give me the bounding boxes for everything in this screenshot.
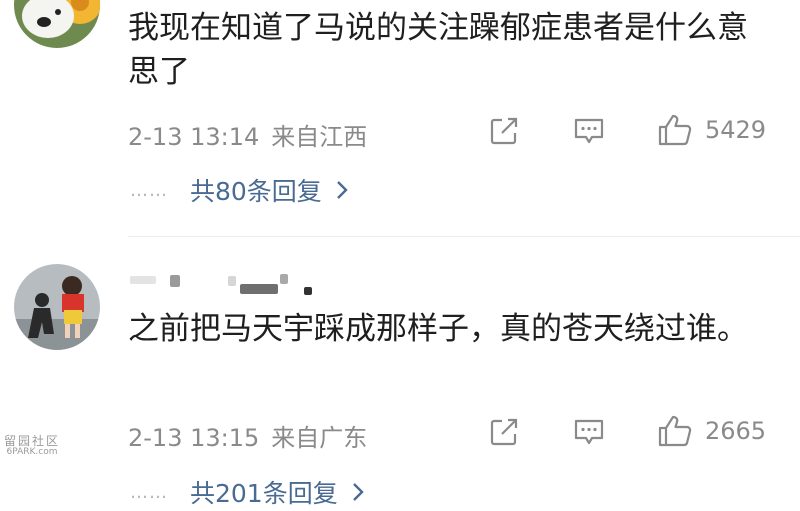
view-replies[interactable]: …… 共201条回复	[130, 474, 364, 510]
comment-icon	[574, 419, 604, 445]
reply-dots: ……	[130, 179, 168, 201]
blurred-username	[130, 276, 156, 284]
share-icon	[490, 117, 518, 145]
like-icon	[658, 415, 692, 447]
blurred-username	[280, 274, 288, 284]
blurred-username	[170, 275, 180, 287]
comment-text: 我现在知道了马说的关注躁郁症患者是什么意思了	[128, 10, 748, 90]
like-button[interactable]: 5429	[657, 113, 766, 147]
avatar[interactable]	[14, 264, 100, 350]
comment-location: 来自江西	[271, 123, 368, 151]
chevron-right-icon	[336, 181, 348, 199]
replies-link[interactable]: 共80条回复	[190, 172, 322, 208]
blurred-username	[240, 284, 278, 294]
site-watermark: 留园社区 6PARK.com	[4, 434, 61, 458]
comment-button[interactable]	[573, 116, 605, 146]
comment-date: 2-13 13:14	[128, 123, 260, 151]
replies-link[interactable]: 共201条回复	[190, 474, 338, 510]
watermark-domain: 6PARK.com	[6, 447, 58, 457]
like-icon	[658, 114, 692, 146]
like-count: 5429	[705, 116, 767, 144]
watermark-title: 留园社区	[4, 434, 61, 448]
comment-button[interactable]	[573, 417, 605, 447]
comment-date: 2-13 13:15	[128, 424, 260, 452]
share-button[interactable]	[489, 417, 519, 447]
comment-meta: 2-13 13:15 来自广东	[128, 418, 367, 453]
avatar[interactable]	[14, 0, 100, 48]
share-icon	[490, 418, 518, 446]
share-button[interactable]	[489, 116, 519, 146]
view-replies[interactable]: …… 共80条回复	[130, 172, 348, 208]
comment-item: 我现在知道了马说的关注躁郁症患者是什么意思了 2-13 13:14 来自江西 54…	[0, 0, 800, 236]
reply-dots: ……	[130, 481, 168, 503]
avatar-dog-image	[14, 0, 100, 48]
blurred-username	[304, 287, 312, 295]
like-count: 2665	[705, 417, 767, 445]
chevron-right-icon	[352, 483, 364, 501]
comment-text: 之前把马天宇踩成那样子，真的苍天绕过谁。	[128, 311, 748, 347]
avatar-cartoon-image	[14, 264, 100, 350]
comment-meta: 2-13 13:14 来自江西	[128, 117, 367, 152]
like-button[interactable]: 2665	[657, 414, 766, 448]
comment-item: 之前把马天宇踩成那样子，真的苍天绕过谁。 2-13 13:15 来自广东 2665…	[0, 237, 800, 511]
comment-icon	[574, 118, 604, 144]
blurred-username	[228, 276, 236, 286]
comment-location: 来自广东	[271, 424, 368, 452]
